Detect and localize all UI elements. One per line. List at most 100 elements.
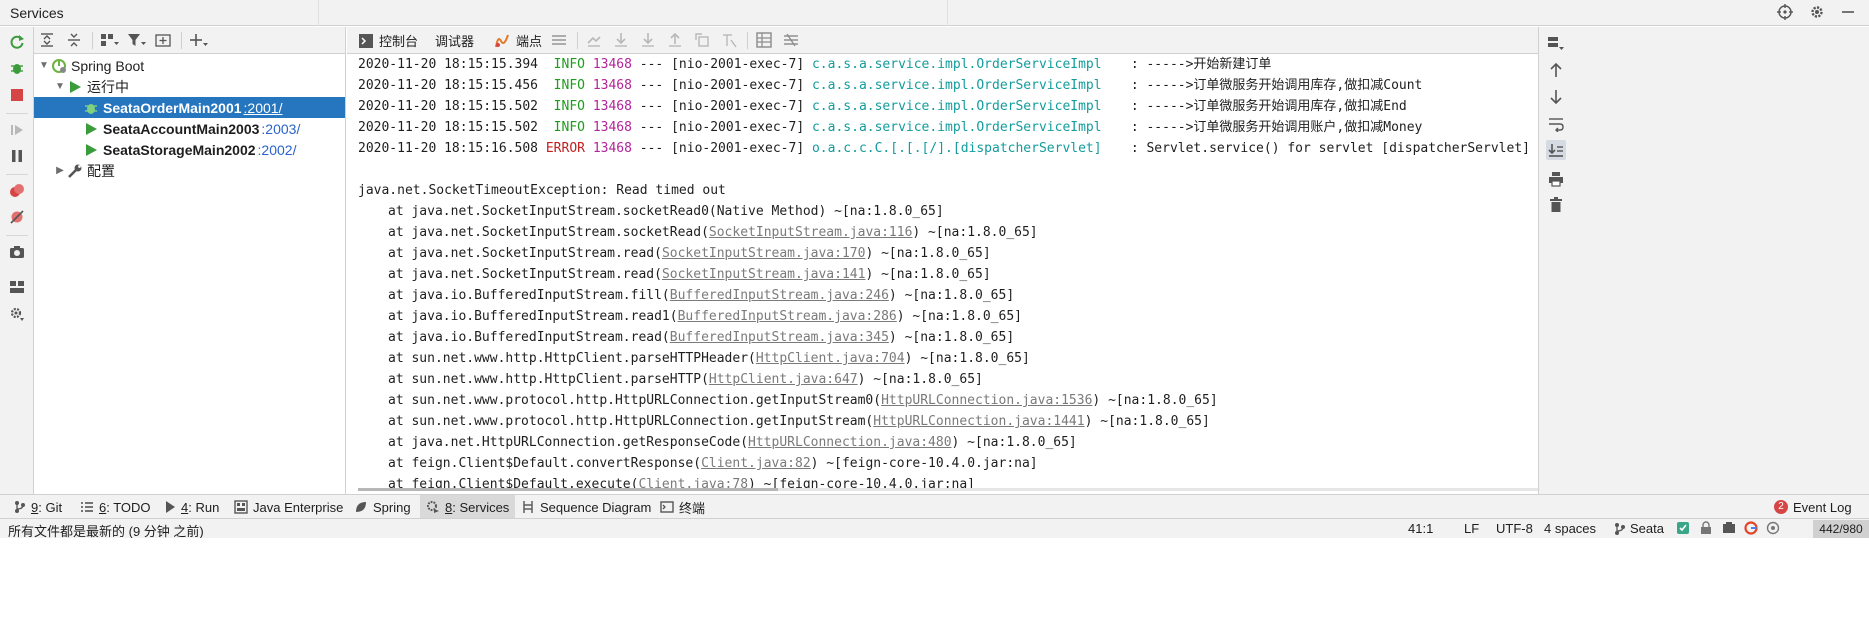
soft-wrap-icon[interactable] [1546,114,1566,134]
google-icon[interactable] [1744,521,1758,538]
line-separator[interactable]: LF [1464,521,1479,536]
tree-node-app-seatastoragemain2002[interactable]: SeataStorageMain2002 :2002/ [34,139,345,160]
log-line: 2020-11-20 18:15:15.502 INFO 13468 --- [… [358,117,1422,138]
sequence-diagram-icon [521,500,535,514]
filter-icon[interactable] [127,31,147,49]
down-arrow-icon[interactable] [1546,87,1566,107]
show-execution-point-icon[interactable] [585,31,603,49]
notifications-icon[interactable] [1766,521,1780,538]
tool-tab-sequence-diagram[interactable]: Sequence Diagram [515,495,657,519]
layout-icon[interactable] [9,279,25,295]
rerun-icon[interactable] [9,34,25,50]
expand-all-icon[interactable] [39,31,55,49]
pause-icon[interactable] [9,148,25,164]
add-service-icon[interactable] [189,31,209,49]
collapse-all-icon[interactable] [66,31,82,49]
expanded-arrow-icon[interactable]: ▼ [54,81,66,92]
inspector-icon[interactable] [1722,521,1736,538]
build-status-icon[interactable] [1676,521,1690,538]
stack-frame: at feign.Client$Default.convertResponse(… [358,453,1038,474]
caret-position[interactable]: 41:1 [1408,521,1433,536]
stack-frame-suffix: ) ~[na:1.8.0_65] [865,246,991,261]
print-icon[interactable] [1546,169,1566,189]
menu-icon[interactable] [550,31,568,49]
tree-node-app-seataordermain2001[interactable]: SeataOrderMain2001 :2001/ [34,97,345,118]
event-log-button[interactable]: 2 Event Log [1768,495,1858,519]
layout-options-icon[interactable] [1546,33,1566,53]
log-level: INFO [553,99,585,114]
console-output[interactable]: 2020-11-20 18:15:15.394 INFO 13468 --- [… [347,54,1538,490]
indent-setting[interactable]: 4 spaces [1544,521,1596,536]
tool-tab-run[interactable]: 4: Run [158,495,225,519]
scrollbar-thumb[interactable] [358,488,778,491]
stack-frame-source-link[interactable]: BufferedInputStream.java:246 [670,288,889,303]
step-out-icon[interactable] [666,31,684,49]
tree-node-app-seataaccountmain2003[interactable]: SeataAccountMain2003 :2003/ [34,118,345,139]
evaluate-expression-icon[interactable] [755,31,773,49]
log-separator: --- [639,57,664,72]
tool-tab-label: 8: Services [445,500,509,515]
stop-icon[interactable] [9,87,25,103]
stack-frame-source-link[interactable]: SocketInputStream.java:141 [662,267,866,282]
crosshair-icon[interactable] [1777,3,1793,23]
stack-frame-source-link[interactable]: HttpClient.java:647 [709,372,858,387]
log-thread: [nio-2001-exec-7] [671,141,805,156]
stack-frame-source-link[interactable]: SocketInputStream.java:116 [709,225,913,240]
settings-icon[interactable] [9,306,25,322]
scroll-to-end-icon[interactable] [1546,140,1566,160]
tool-tab-services[interactable]: 8: Services [420,495,516,519]
stack-frame-source-link[interactable]: HttpURLConnection.java:480 [748,435,952,450]
log-line: 2020-11-20 18:15:15.456 INFO 13468 --- [… [358,75,1422,96]
log-line: 2020-11-20 18:15:16.508 ERROR 13468 --- … [358,138,1538,159]
app-port-link[interactable]: :2002/ [258,142,297,158]
tool-tab-todo[interactable]: 6: TODO [74,495,157,519]
stack-frame-method: at feign.Client$Default.convertResponse( [388,456,702,471]
app-port-link[interactable]: :2001/ [244,100,283,116]
tree-node-spring-boot[interactable]: ▼ Spring Boot [34,55,345,76]
tool-tab-label: 终端 [679,498,705,517]
stack-frame-source-link[interactable]: SocketInputStream.java:170 [662,246,866,261]
camera-icon[interactable] [9,244,25,260]
view-breakpoints-icon[interactable] [9,183,25,199]
tool-tab-java-enterprise[interactable]: Java Enterprise [228,495,349,519]
drop-frame-icon[interactable] [693,31,711,49]
stack-frame-source-link[interactable]: HttpURLConnection.java:1536 [881,393,1092,408]
trash-icon[interactable] [1546,195,1566,215]
tool-tab-spring[interactable]: Spring [348,495,417,519]
tab-debugger[interactable]: 调试器 [435,30,474,51]
tool-tab-terminal[interactable]: 终端 [654,495,711,519]
collapsed-arrow-icon[interactable]: ▶ [54,165,66,176]
memory-indicator[interactable]: 442/980 [1813,520,1869,538]
tree-node-config[interactable]: ▶ 配置 [34,160,345,181]
expanded-arrow-icon[interactable]: ▼ [38,60,50,71]
stack-frame-source-link[interactable]: Client.java:82 [701,456,811,471]
step-over-icon[interactable] [612,31,630,49]
stack-frame-method: at sun.net.www.http.HttpClient.parseHTTP… [388,351,756,366]
tab-console[interactable]: 控制台 [359,30,418,51]
minimize-icon[interactable] [1841,5,1855,22]
debug-bug-icon[interactable] [9,60,25,76]
gear-icon[interactable] [1809,4,1825,23]
up-arrow-icon[interactable] [1546,60,1566,80]
trace-current-stream-icon[interactable] [782,31,800,49]
app-port-link[interactable]: :2003/ [261,121,300,137]
new-tab-icon[interactable] [155,31,173,49]
resume-icon[interactable] [9,122,25,138]
file-encoding[interactable]: UTF-8 [1496,521,1533,536]
stack-frame-source-link[interactable]: BufferedInputStream.java:345 [670,330,889,345]
run-to-cursor-icon[interactable] [720,31,738,49]
step-into-icon[interactable] [639,31,657,49]
stack-frame-source-link[interactable]: HttpClient.java:704 [756,351,905,366]
mute-breakpoints-icon[interactable] [9,209,25,225]
tree-node-running[interactable]: ▼ 运行中 [34,76,345,97]
console-toolbar: 控制台 调试器 端点 [347,27,1538,54]
lock-icon[interactable] [1700,521,1712,538]
console-horizontal-scrollbar[interactable] [358,488,1538,491]
group-by-icon[interactable] [100,31,120,49]
stack-frame-source-link[interactable]: HttpURLConnection.java:1441 [873,414,1084,429]
tab-breakpoints[interactable]: 端点 [494,30,542,51]
stack-frame-suffix: ) ~[na:1.8.0_65] [888,330,1015,345]
vcs-branch[interactable]: Seata [1614,521,1664,536]
stack-frame-source-link[interactable]: BufferedInputStream.java:286 [678,309,897,324]
tool-tab-git[interactable]: 9: Git [8,495,68,519]
